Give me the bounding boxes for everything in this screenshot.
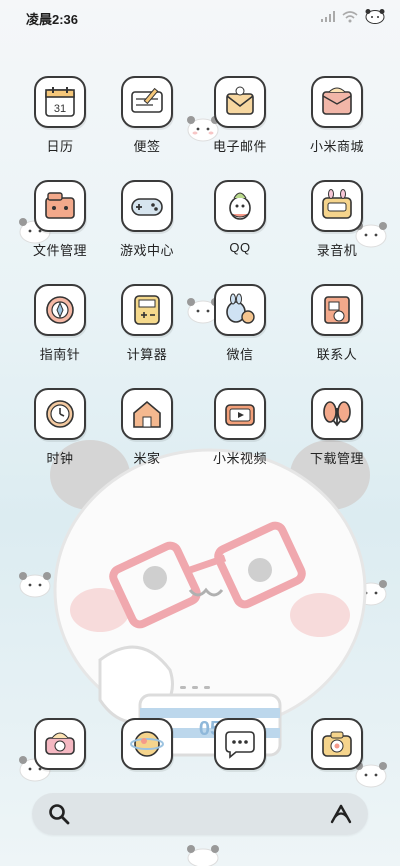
app-contacts[interactable]: 联系人	[297, 284, 377, 363]
wifi-icon	[342, 10, 358, 28]
app-label: 电子邮件	[212, 139, 267, 154]
mi-video-icon	[214, 388, 266, 440]
file-manager-icon	[34, 180, 86, 232]
clock-icon	[34, 388, 86, 440]
dock-app-browser[interactable]	[107, 718, 187, 770]
email-icon	[214, 76, 266, 128]
app-game-center[interactable]: 游戏中心	[107, 180, 187, 259]
dock-app-messages[interactable]	[200, 718, 280, 770]
calendar-icon: 31	[34, 76, 86, 128]
qq-icon	[214, 180, 266, 232]
status-time: 凌晨2:36	[26, 12, 79, 27]
assistant-icon[interactable]	[330, 804, 352, 829]
dock-app-camera-cake[interactable]	[20, 718, 100, 770]
game-center-icon	[121, 180, 173, 232]
wechat-icon	[214, 284, 266, 336]
browser-icon	[121, 718, 173, 770]
page-indicator	[180, 686, 210, 689]
app-calculator[interactable]: 计算器	[107, 284, 187, 363]
compass-icon	[34, 284, 86, 336]
app-label: 录音机	[316, 243, 358, 258]
download-manager-icon	[311, 388, 363, 440]
calendar-day: 31	[54, 103, 66, 115]
mijia-icon	[121, 388, 173, 440]
app-label: 计算器	[126, 347, 168, 362]
recorder-icon	[311, 180, 363, 232]
app-label: 米家	[133, 451, 161, 466]
wallpaper-panda-illustration: 05	[50, 440, 370, 757]
app-mi-store[interactable]: 小米商城	[297, 76, 377, 155]
app-label: 便签	[133, 139, 161, 154]
notes-icon	[121, 76, 173, 128]
contacts-icon	[311, 284, 363, 336]
small-panda-decoration-icon	[187, 845, 219, 866]
app-calendar[interactable]: 31 日历	[20, 76, 100, 155]
app-clock[interactable]: 时钟	[20, 388, 100, 467]
status-bar: 凌晨2:36	[0, 0, 400, 36]
signal-icon	[320, 10, 336, 28]
app-label: QQ	[229, 240, 251, 255]
search-icon[interactable]	[48, 803, 70, 830]
panda-battery-icon	[364, 8, 386, 29]
app-label: 游戏中心	[119, 243, 174, 258]
messages-icon	[214, 718, 266, 770]
app-label: 指南针	[39, 347, 81, 362]
search-bar[interactable]	[32, 793, 368, 835]
app-file-manager[interactable]: 文件管理	[20, 180, 100, 259]
app-label: 小米视频	[212, 451, 267, 466]
app-mi-video[interactable]: 小米视频	[200, 388, 280, 467]
camera-cake-icon	[34, 718, 86, 770]
mi-store-icon	[311, 76, 363, 128]
app-notes[interactable]: 便签	[107, 76, 187, 155]
app-label: 下载管理	[309, 451, 364, 466]
dock-app-camera[interactable]	[297, 718, 377, 770]
app-label: 日历	[46, 139, 74, 154]
status-icons	[320, 8, 386, 29]
app-email[interactable]: 电子邮件	[200, 76, 280, 155]
app-qq[interactable]: QQ	[200, 180, 280, 255]
camera-icon	[311, 718, 363, 770]
calculator-icon	[121, 284, 173, 336]
app-label: 文件管理	[32, 243, 87, 258]
app-label: 微信	[226, 347, 254, 362]
app-mijia[interactable]: 米家	[107, 388, 187, 467]
app-wechat[interactable]: 微信	[200, 284, 280, 363]
app-label: 小米商城	[309, 139, 364, 154]
app-label: 联系人	[316, 347, 358, 362]
app-recorder[interactable]: 录音机	[297, 180, 377, 259]
app-compass[interactable]: 指南针	[20, 284, 100, 363]
app-label: 时钟	[46, 451, 74, 466]
app-download-manager[interactable]: 下载管理	[297, 388, 377, 467]
